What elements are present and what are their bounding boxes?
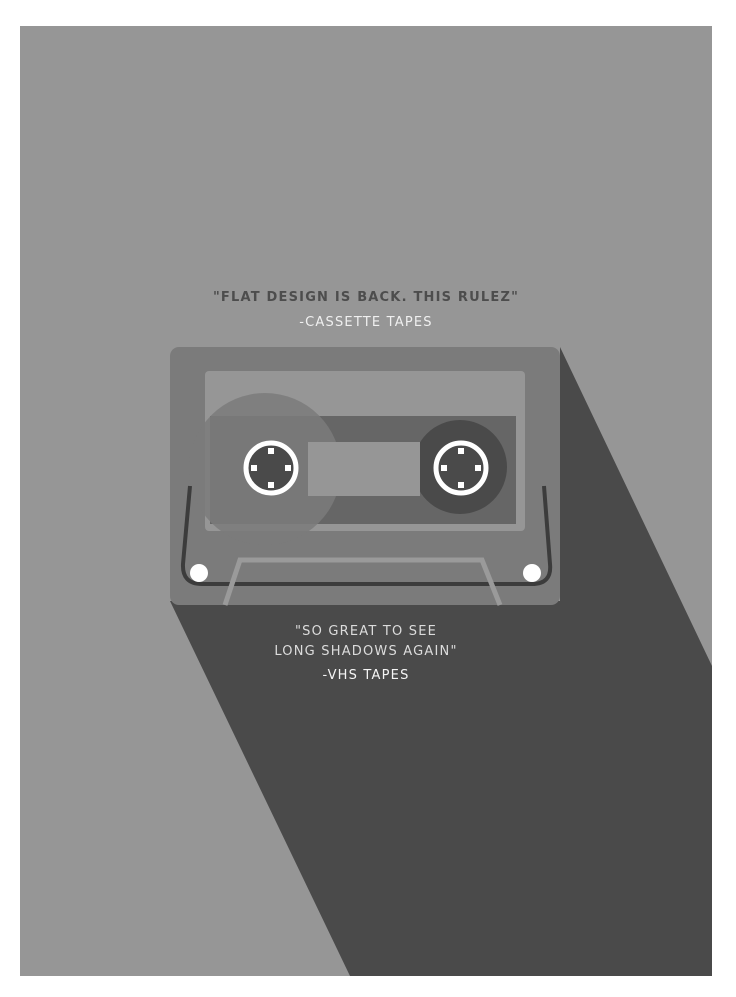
top-attribution: -CASSETTE TAPES bbox=[299, 315, 433, 330]
screw-hole-left bbox=[190, 564, 208, 582]
top-quote: "FLAT DESIGN IS BACK. THIS RULEZ" bbox=[212, 290, 520, 305]
poster: "FLAT DESIGN IS BACK. THIS RULEZ" -CASSE… bbox=[20, 26, 712, 976]
bottom-attribution: -VHS TAPES bbox=[322, 668, 410, 683]
center-window bbox=[308, 442, 420, 496]
right-spool bbox=[433, 440, 489, 496]
screw-hole-right bbox=[523, 564, 541, 582]
bottom-quote-line-2: LONG SHADOWS AGAIN" bbox=[274, 644, 458, 659]
bottom-quote-line-1: "SO GREAT TO SEE bbox=[294, 624, 438, 639]
cassette-tape-icon bbox=[170, 347, 712, 976]
left-spool bbox=[243, 440, 299, 496]
